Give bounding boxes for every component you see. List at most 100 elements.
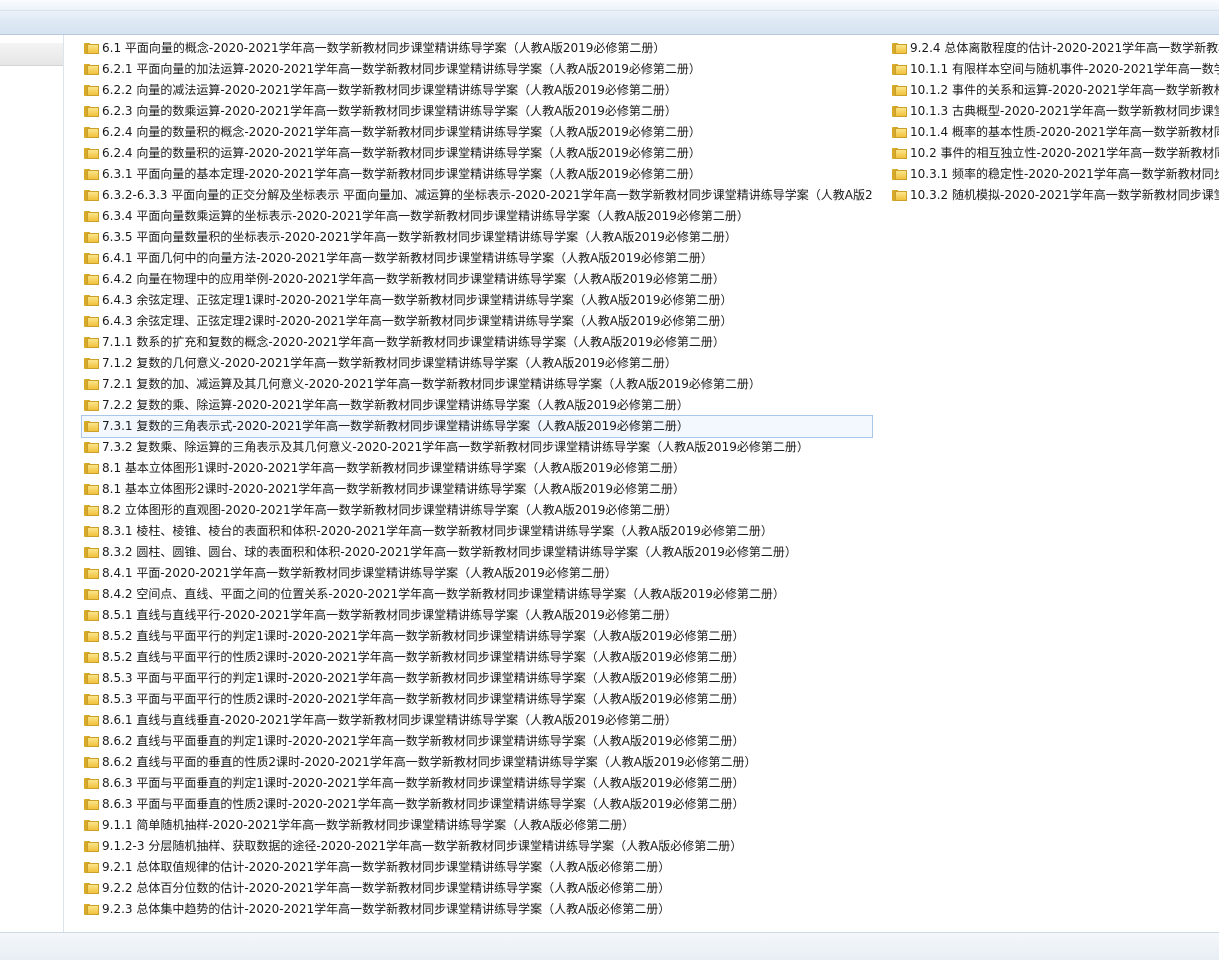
folder-name: 7.2.2 复数的乘、除运算-2020-2021学年高一数学新教材同步课堂精讲练…: [102, 398, 689, 412]
folder-name: 10.3.2 随机模拟-2020-2021学年高一数学新教材同步课堂: [910, 188, 1219, 202]
folder-icon: [84, 64, 99, 75]
folder-icon: [892, 127, 907, 138]
folder-item[interactable]: 8.3.1 棱柱、棱锥、棱台的表面积和体积-2020-2021学年高一数学新教材…: [82, 521, 872, 542]
folder-icon: [84, 148, 99, 159]
folder-item[interactable]: 7.3.2 复数乘、除运算的三角表示及其几何意义-2020-2021学年高一数学…: [82, 437, 872, 458]
file-list-view[interactable]: 6.1 平面向量的概念-2020-2021学年高一数学新教材同步课堂精讲练导学案…: [64, 35, 1219, 932]
folder-item[interactable]: 8.3.2 圆柱、圆锥、圆台、球的表面积和体积-2020-2021学年高一数学新…: [82, 542, 872, 563]
folder-name: 10.3.1 频率的稳定性-2020-2021学年高一数学新教材同步: [910, 167, 1219, 181]
folder-item[interactable]: 8.6.2 直线与平面垂直的判定1课时-2020-2021学年高一数学新教材同步…: [82, 731, 872, 752]
folder-item[interactable]: 10.1.2 事件的关系和运算-2020-2021学年高一数学新教材: [890, 80, 1219, 101]
folder-icon: [84, 631, 99, 642]
folder-item[interactable]: 7.1.2 复数的几何意义-2020-2021学年高一数学新教材同步课堂精讲练导…: [82, 353, 872, 374]
folder-item[interactable]: 10.3.2 随机模拟-2020-2021学年高一数学新教材同步课堂: [890, 185, 1219, 206]
folder-icon: [892, 43, 907, 54]
folder-item[interactable]: 6.2.4 向量的数量积的概念-2020-2021学年高一数学新教材同步课堂精讲…: [82, 122, 872, 143]
folder-item[interactable]: 8.1 基本立体图形2课时-2020-2021学年高一数学新教材同步课堂精讲练导…: [82, 479, 872, 500]
folder-name: 6.3.1 平面向量的基本定理-2020-2021学年高一数学新教材同步课堂精讲…: [102, 167, 701, 181]
folder-icon: [84, 232, 99, 243]
folder-item[interactable]: 6.2.4 向量的数量积的运算-2020-2021学年高一数学新教材同步课堂精讲…: [82, 143, 872, 164]
folder-icon: [84, 400, 99, 411]
folder-item[interactable]: 6.4.1 平面几何中的向量方法-2020-2021学年高一数学新教材同步课堂精…: [82, 248, 872, 269]
folder-name: 8.5.1 直线与直线平行-2020-2021学年高一数学新教材同步课堂精讲练导…: [102, 608, 677, 622]
folder-icon: [84, 253, 99, 264]
folder-icon: [84, 652, 99, 663]
folder-item[interactable]: 8.2 立体图形的直观图-2020-2021学年高一数学新教材同步课堂精讲练导学…: [82, 500, 872, 521]
folder-item[interactable]: 6.4.2 向量在物理中的应用举例-2020-2021学年高一数学新教材同步课堂…: [82, 269, 872, 290]
folder-item[interactable]: 8.6.3 平面与平面垂直的性质2课时-2020-2021学年高一数学新教材同步…: [82, 794, 872, 815]
folder-icon: [84, 883, 99, 894]
folder-item[interactable]: 6.2.3 向量的数乘运算-2020-2021学年高一数学新教材同步课堂精讲练导…: [82, 101, 872, 122]
folder-icon: [84, 694, 99, 705]
folder-icon: [84, 820, 99, 831]
folder-item[interactable]: 8.5.2 直线与平面平行的性质2课时-2020-2021学年高一数学新教材同步…: [82, 647, 872, 668]
folder-name: 6.3.5 平面向量数量积的坐标表示-2020-2021学年高一数学新教材同步课…: [102, 230, 737, 244]
folder-item[interactable]: 10.3.1 频率的稳定性-2020-2021学年高一数学新教材同步: [890, 164, 1219, 185]
navigation-selected-item[interactable]: [0, 43, 63, 66]
folder-name: 9.2.2 总体百分位数的估计-2020-2021学年高一数学新教材同步课堂精讲…: [102, 881, 671, 895]
folder-item[interactable]: 6.3.5 平面向量数量积的坐标表示-2020-2021学年高一数学新教材同步课…: [82, 227, 872, 248]
folder-item[interactable]: 10.1.1 有限样本空间与随机事件-2020-2021学年高一数学: [890, 59, 1219, 80]
folder-icon: [84, 736, 99, 747]
folder-name: 6.4.3 余弦定理、正弦定理2课时-2020-2021学年高一数学新教材同步课…: [102, 314, 733, 328]
folder-item[interactable]: 8.4.2 空间点、直线、平面之间的位置关系-2020-2021学年高一数学新教…: [82, 584, 872, 605]
folder-name: 9.1.2-3 分层随机抽样、获取数据的途径-2020-2021学年高一数学新教…: [102, 839, 743, 853]
folder-item[interactable]: 7.2.2 复数的乘、除运算-2020-2021学年高一数学新教材同步课堂精讲练…: [82, 395, 872, 416]
folder-item[interactable]: 8.5.1 直线与直线平行-2020-2021学年高一数学新教材同步课堂精讲练导…: [82, 605, 872, 626]
folder-icon: [892, 85, 907, 96]
folder-item[interactable]: 7.1.1 数系的扩充和复数的概念-2020-2021学年高一数学新教材同步课堂…: [82, 332, 872, 353]
folder-item[interactable]: 8.5.3 平面与平面平行的性质2课时-2020-2021学年高一数学新教材同步…: [82, 689, 872, 710]
folder-icon: [84, 85, 99, 96]
folder-item[interactable]: 9.1.1 简单随机抽样-2020-2021学年高一数学新教材同步课堂精讲练导学…: [82, 815, 872, 836]
folder-icon: [892, 64, 907, 75]
folder-icon: [84, 442, 99, 453]
folder-name: 10.1.4 概率的基本性质-2020-2021学年高一数学新教材同: [910, 125, 1219, 139]
folder-item[interactable]: 8.1 基本立体图形1课时-2020-2021学年高一数学新教材同步课堂精讲练导…: [82, 458, 872, 479]
folder-item[interactable]: 6.3.4 平面向量数乘运算的坐标表示-2020-2021学年高一数学新教材同步…: [82, 206, 872, 227]
folder-name: 6.2.1 平面向量的加法运算-2020-2021学年高一数学新教材同步课堂精讲…: [102, 62, 701, 76]
folder-item[interactable]: 7.2.1 复数的加、减运算及其几何意义-2020-2021学年高一数学新教材同…: [82, 374, 872, 395]
folder-icon: [84, 211, 99, 222]
folder-icon: [84, 547, 99, 558]
folder-name: 6.2.3 向量的数乘运算-2020-2021学年高一数学新教材同步课堂精讲练导…: [102, 104, 677, 118]
folder-item[interactable]: 6.4.3 余弦定理、正弦定理2课时-2020-2021学年高一数学新教材同步课…: [82, 311, 872, 332]
folder-item[interactable]: 10.1.3 古典概型-2020-2021学年高一数学新教材同步课堂: [890, 101, 1219, 122]
folder-icon: [84, 106, 99, 117]
folder-name: 9.2.3 总体集中趋势的估计-2020-2021学年高一数学新教材同步课堂精讲…: [102, 902, 671, 916]
folder-item[interactable]: 9.1.2-3 分层随机抽样、获取数据的途径-2020-2021学年高一数学新教…: [82, 836, 872, 857]
folder-item[interactable]: 8.6.2 直线与平面的垂直的性质2课时-2020-2021学年高一数学新教材同…: [82, 752, 872, 773]
folder-item[interactable]: 6.2.1 平面向量的加法运算-2020-2021学年高一数学新教材同步课堂精讲…: [82, 59, 872, 80]
folder-item[interactable]: 6.4.3 余弦定理、正弦定理1课时-2020-2021学年高一数学新教材同步课…: [82, 290, 872, 311]
folder-item[interactable]: 10.2 事件的相互独立性-2020-2021学年高一数学新教材同: [890, 143, 1219, 164]
folder-item[interactable]: 9.2.3 总体集中趋势的估计-2020-2021学年高一数学新教材同步课堂精讲…: [82, 899, 872, 920]
folder-item[interactable]: 9.2.4 总体离散程度的估计-2020-2021学年高一数学新教材: [890, 38, 1219, 59]
folder-item[interactable]: 8.6.1 直线与直线垂直-2020-2021学年高一数学新教材同步课堂精讲练导…: [82, 710, 872, 731]
navigation-pane[interactable]: [0, 35, 64, 932]
folder-name: 6.4.1 平面几何中的向量方法-2020-2021学年高一数学新教材同步课堂精…: [102, 251, 713, 265]
folder-icon: [84, 190, 99, 201]
folder-item[interactable]: 6.3.2-6.3.3 平面向量的正交分解及坐标表示 平面向量加、减运算的坐标表…: [82, 185, 872, 206]
folder-icon: [892, 169, 907, 180]
folder-name: 6.1 平面向量的概念-2020-2021学年高一数学新教材同步课堂精讲练导学案…: [102, 41, 666, 55]
folder-icon: [84, 862, 99, 873]
folder-item[interactable]: 8.5.2 直线与平面平行的判定1课时-2020-2021学年高一数学新教材同步…: [82, 626, 872, 647]
folder-item[interactable]: 6.3.1 平面向量的基本定理-2020-2021学年高一数学新教材同步课堂精讲…: [82, 164, 872, 185]
folder-item[interactable]: 8.4.1 平面-2020-2021学年高一数学新教材同步课堂精讲练导学案（人教…: [82, 563, 872, 584]
folder-name: 8.5.3 平面与平面平行的判定1课时-2020-2021学年高一数学新教材同步…: [102, 671, 745, 685]
folder-item[interactable]: 6.2.2 向量的减法运算-2020-2021学年高一数学新教材同步课堂精讲练导…: [82, 80, 872, 101]
folder-item[interactable]: 8.5.3 平面与平面平行的判定1课时-2020-2021学年高一数学新教材同步…: [82, 668, 872, 689]
folder-icon: [84, 904, 99, 915]
folder-item[interactable]: 7.3.1 复数的三角表示式-2020-2021学年高一数学新教材同步课堂精讲练…: [81, 415, 873, 438]
folder-item[interactable]: 8.6.3 平面与平面垂直的判定1课时-2020-2021学年高一数学新教材同步…: [82, 773, 872, 794]
folder-name: 6.2.2 向量的减法运算-2020-2021学年高一数学新教材同步课堂精讲练导…: [102, 83, 677, 97]
folder-item[interactable]: 6.1 平面向量的概念-2020-2021学年高一数学新教材同步课堂精讲练导学案…: [82, 38, 872, 59]
folder-name: 10.1.2 事件的关系和运算-2020-2021学年高一数学新教材: [910, 83, 1219, 97]
folder-item[interactable]: 9.2.1 总体取值规律的估计-2020-2021学年高一数学新教材同步课堂精讲…: [82, 857, 872, 878]
folder-item[interactable]: 10.1.4 概率的基本性质-2020-2021学年高一数学新教材同: [890, 122, 1219, 143]
folder-icon: [84, 505, 99, 516]
folder-item[interactable]: 9.2.2 总体百分位数的估计-2020-2021学年高一数学新教材同步课堂精讲…: [82, 878, 872, 899]
folder-name: 8.4.2 空间点、直线、平面之间的位置关系-2020-2021学年高一数学新教…: [102, 587, 785, 601]
folder-name: 9.2.1 总体取值规律的估计-2020-2021学年高一数学新教材同步课堂精讲…: [102, 860, 671, 874]
folder-icon: [84, 841, 99, 852]
folder-name: 7.3.2 复数乘、除运算的三角表示及其几何意义-2020-2021学年高一数学…: [102, 440, 809, 454]
